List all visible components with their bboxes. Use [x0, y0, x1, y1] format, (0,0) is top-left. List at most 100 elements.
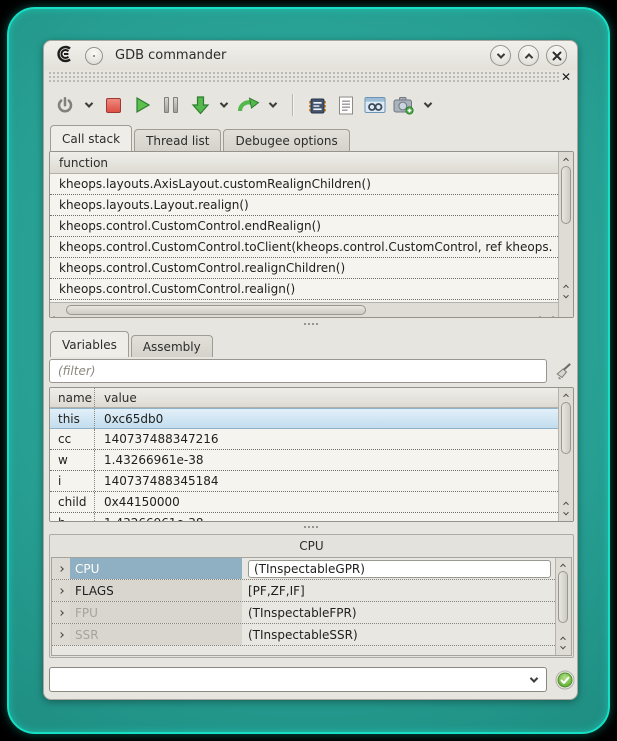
- tab-thread-list[interactable]: Thread list: [134, 129, 221, 151]
- scrollbar-thumb[interactable]: [561, 166, 571, 224]
- step-into-dropdown-button[interactable]: [218, 92, 230, 118]
- dock-handle-strip[interactable]: ✕: [48, 71, 573, 84]
- unshade-button[interactable]: [518, 45, 539, 66]
- pause-button[interactable]: [160, 92, 182, 118]
- gdb-command-combobox[interactable]: [49, 667, 547, 692]
- tab-call-stack[interactable]: Call stack: [50, 125, 132, 151]
- callstack-horizontal-scrollbar[interactable]: [50, 302, 558, 317]
- dock-close-icon[interactable]: ✕: [559, 72, 573, 83]
- close-window-button[interactable]: [546, 45, 567, 66]
- step-over-dropdown-button[interactable]: [267, 92, 279, 118]
- scroll-right-icon[interactable]: [551, 306, 555, 318]
- output-button[interactable]: [335, 92, 357, 118]
- table-row[interactable]: FPU (TInspectableFPR): [52, 602, 555, 624]
- variables-table: name value this 0xc65db0 cc 140737488347…: [49, 387, 574, 522]
- cpu-row-value[interactable]: (TInspectableFPR): [242, 602, 555, 623]
- callstack-frame: kheops.control.CustomControl.realign(): [50, 282, 295, 296]
- splitter-handle[interactable]: [44, 522, 577, 533]
- scrollbar-thumb[interactable]: [561, 402, 571, 454]
- cpu-row-value[interactable]: [PF,ZF,IF]: [242, 580, 555, 601]
- stack-tabbar: Call stack Thread list Debugee options: [50, 125, 352, 151]
- filter-input[interactable]: [49, 359, 547, 383]
- table-row[interactable]: child 0x44150000: [50, 492, 558, 513]
- table-row[interactable]: i 140737488345184: [50, 471, 558, 492]
- gdb-commander-window: GDB commander ✕: [43, 40, 578, 700]
- table-row[interactable]: kheops.control.CustomControl.toClient(kh…: [50, 237, 558, 258]
- callstack-frame: kheops.control.CustomControl.endRealign(…: [50, 219, 321, 233]
- scroll-up-icon[interactable]: [559, 389, 573, 401]
- send-command-button[interactable]: [555, 669, 575, 690]
- chevron-up-icon: [524, 53, 532, 61]
- variable-name: h: [50, 513, 95, 521]
- variable-value: 140737488345184: [95, 474, 219, 488]
- scroll-up-icon[interactable]: [556, 559, 570, 571]
- table-row[interactable]: kheops.control.CustomControl.endRealign(…: [50, 216, 558, 237]
- grip-dots-icon: [303, 322, 319, 327]
- table-row[interactable]: kheops.control.CustomControl.realign(): [50, 279, 558, 300]
- stop-button[interactable]: [102, 92, 124, 118]
- watch-button[interactable]: [364, 92, 386, 118]
- scroll-left-icon[interactable]: [538, 306, 542, 318]
- snapshot-button[interactable]: [393, 92, 415, 118]
- cpu-row-label[interactable]: FLAGS: [70, 580, 242, 601]
- chevron-down-icon: [85, 99, 93, 107]
- callstack-table: function kheops.layouts.AxisLayout.custo…: [49, 151, 574, 318]
- table-row[interactable]: FLAGS [PF,ZF,IF]: [52, 580, 555, 602]
- expand-chevron-icon[interactable]: [52, 580, 70, 601]
- callstack-vertical-scrollbar[interactable]: [558, 152, 573, 317]
- table-row[interactable]: kheops.layouts.Layout.realign(): [50, 195, 558, 216]
- broom-icon: [554, 362, 572, 380]
- table-row[interactable]: h 1.43266961e-38: [50, 513, 558, 521]
- scroll-down-icon[interactable]: [559, 291, 573, 303]
- expand-chevron-icon[interactable]: [52, 624, 70, 645]
- table-row[interactable]: this 0xc65db0: [50, 408, 558, 429]
- expand-chevron-icon[interactable]: [52, 558, 70, 579]
- shade-button[interactable]: [490, 45, 511, 66]
- table-row[interactable]: SSR (TInspectableSSR): [52, 624, 555, 646]
- scroll-down-icon[interactable]: [556, 642, 570, 654]
- step-over-button[interactable]: [237, 92, 260, 118]
- table-row[interactable]: CPU (TInspectableGPR): [52, 558, 555, 580]
- power-button[interactable]: [54, 92, 76, 118]
- table-row[interactable]: kheops.control.CustomControl.realignChil…: [50, 258, 558, 279]
- variables-header-row[interactable]: name value: [50, 388, 558, 408]
- window-menu-button[interactable]: [85, 47, 103, 65]
- cpu-row-value[interactable]: (TInspectableGPR): [242, 558, 555, 579]
- table-row[interactable]: w 1.43266961e-38: [50, 450, 558, 471]
- callstack-frame: kheops.control.CustomControl.toClient(kh…: [50, 240, 552, 254]
- close-icon: [551, 50, 563, 62]
- cpu-row-label[interactable]: CPU: [70, 558, 242, 579]
- scroll-down-icon[interactable]: [559, 508, 573, 520]
- grip-dots-icon: [303, 525, 319, 530]
- callstack-header-row[interactable]: function: [50, 152, 558, 174]
- tab-debugee-options[interactable]: Debugee options: [223, 129, 349, 151]
- titlebar[interactable]: GDB commander: [44, 41, 577, 70]
- cpu-row-label[interactable]: FPU: [70, 602, 242, 623]
- cpu-view-button[interactable]: [306, 92, 328, 118]
- cpu-value-editor[interactable]: (TInspectableGPR): [248, 560, 551, 578]
- splitter-handle[interactable]: [44, 319, 577, 330]
- cpu-row-label[interactable]: SSR: [70, 624, 242, 645]
- clear-filter-button[interactable]: [553, 360, 572, 382]
- expand-chevron-icon[interactable]: [52, 602, 70, 623]
- scroll-left-icon[interactable]: [52, 306, 56, 318]
- callstack-frame: kheops.control.CustomControl.realignChil…: [50, 261, 345, 275]
- tab-variables[interactable]: Variables: [50, 331, 129, 357]
- table-row[interactable]: kheops.layouts.AxisLayout.customRealignC…: [50, 174, 558, 195]
- table-row[interactable]: cc 140737488347216: [50, 429, 558, 450]
- scrollbar-thumb[interactable]: [558, 571, 568, 623]
- scroll-up-icon[interactable]: [559, 153, 573, 165]
- run-button[interactable]: [131, 92, 153, 118]
- power-dropdown-button[interactable]: [83, 92, 95, 118]
- power-icon: [56, 96, 74, 114]
- cpu-panel-title: CPU: [50, 535, 573, 556]
- inspector-tabbar: Variables Assembly: [50, 331, 215, 357]
- tab-assembly[interactable]: Assembly: [131, 335, 213, 357]
- watch-window-icon: [364, 96, 386, 114]
- cpu-row-value[interactable]: (TInspectableSSR): [242, 624, 555, 645]
- step-into-button[interactable]: [189, 92, 211, 118]
- variables-vertical-scrollbar[interactable]: [558, 388, 573, 521]
- cpu-vertical-scrollbar[interactable]: [555, 558, 571, 655]
- scrollbar-thumb[interactable]: [66, 305, 366, 315]
- snapshot-dropdown-button[interactable]: [422, 92, 434, 118]
